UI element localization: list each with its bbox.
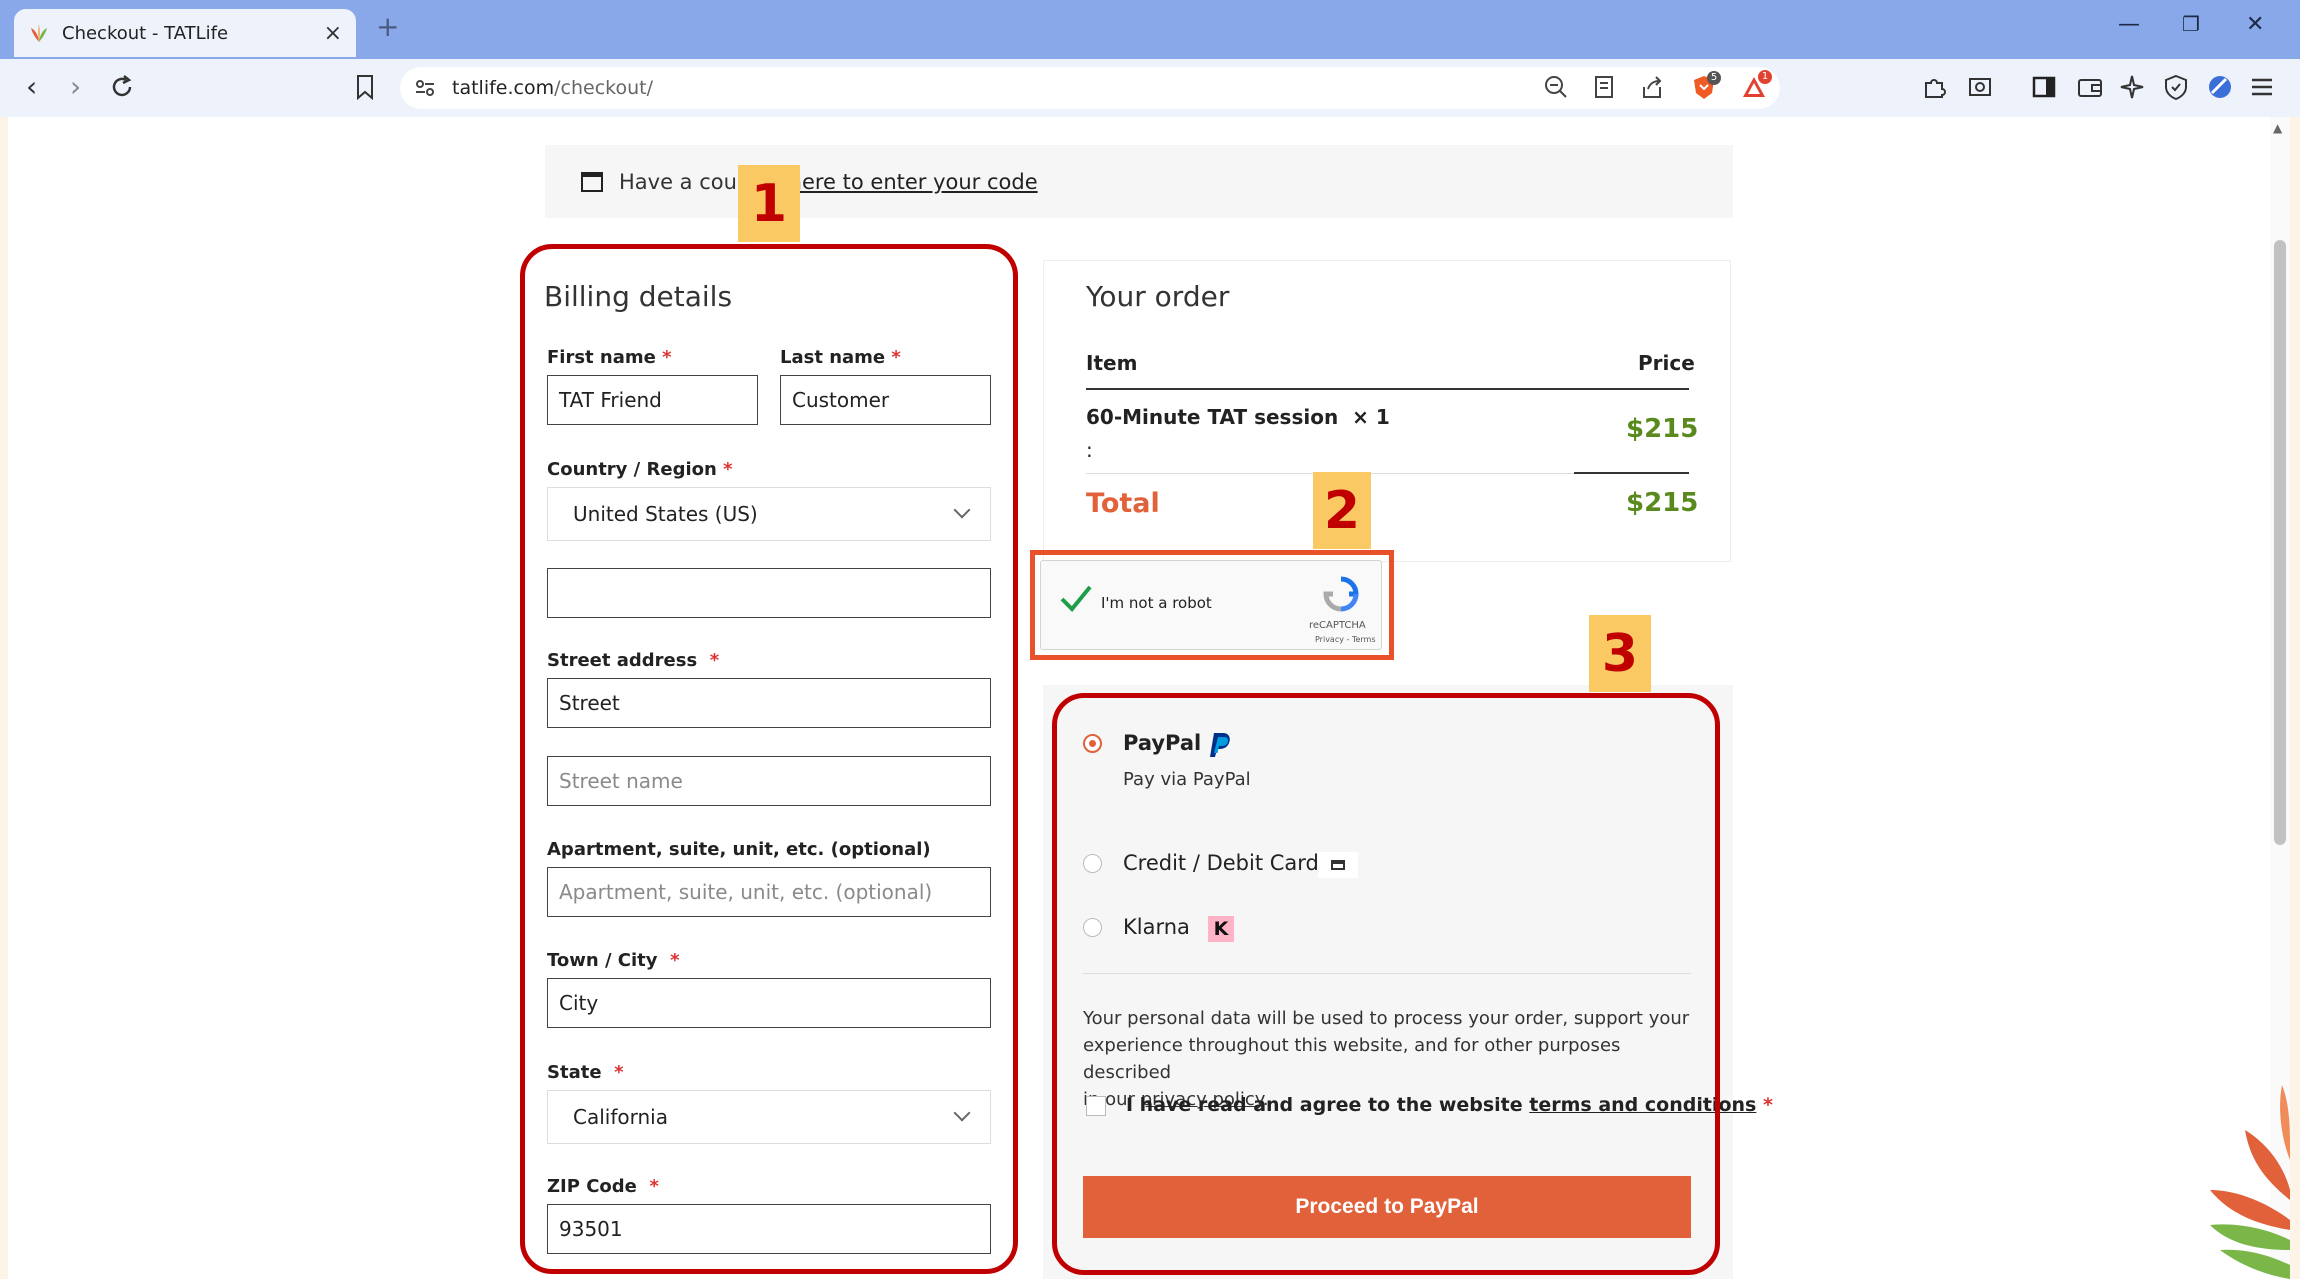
tab-title: Checkout - TATLife	[62, 22, 229, 44]
zoom-out-icon[interactable]	[1542, 73, 1570, 101]
scroll-up-icon[interactable]: ▲	[2273, 121, 2282, 135]
order-item-price: $215	[1626, 414, 1699, 444]
alert-count-badge: 1	[1758, 70, 1772, 84]
reader-mode-icon[interactable]	[1590, 73, 1618, 101]
screenshot-icon[interactable]	[1966, 73, 1994, 101]
item-column-header: Item	[1086, 351, 1138, 375]
close-window-icon[interactable]: ✕	[2246, 12, 2264, 37]
coupon-notice: Have a coup ck here to enter your code	[545, 145, 1733, 218]
scrollbar-thumb[interactable]	[2274, 240, 2286, 845]
price-column-header: Price	[1638, 351, 1695, 375]
menu-icon[interactable]	[2248, 73, 2276, 101]
your-order-heading: Your order	[1086, 280, 1230, 313]
browser-tab[interactable]: Checkout - TATLife ×	[14, 9, 356, 57]
sidebar-icon[interactable]	[2030, 73, 2058, 101]
vpn-shield-icon[interactable]	[2162, 73, 2190, 101]
order-total-label: Total	[1086, 488, 1160, 519]
leo-ai-icon[interactable]	[2118, 73, 2146, 101]
restore-icon[interactable]: ❐	[2182, 12, 2200, 36]
annotation-box-billing	[520, 244, 1018, 1274]
close-tab-icon[interactable]: ×	[324, 21, 342, 46]
calendar-icon	[581, 171, 603, 192]
annotation-box-recaptcha	[1030, 550, 1394, 660]
wallet-icon[interactable]	[2076, 73, 2104, 101]
bookmark-icon[interactable]	[354, 74, 376, 100]
coupon-prefix-text: Have a coup	[619, 169, 751, 194]
order-item-meta: :	[1086, 438, 1093, 462]
site-settings-icon[interactable]	[414, 78, 436, 98]
forward-icon[interactable]: ›	[70, 70, 81, 103]
minimize-icon[interactable]: —	[2118, 12, 2140, 37]
annotation-badge-1: 1	[738, 165, 800, 242]
share-icon[interactable]	[1638, 73, 1666, 101]
new-tab-icon[interactable]: +	[376, 10, 399, 43]
shield-count-badge: 5	[1707, 71, 1721, 85]
profile-icon[interactable]	[2206, 73, 2234, 101]
order-total-value: $215	[1626, 488, 1699, 518]
reload-icon[interactable]	[108, 73, 136, 101]
annotation-badge-3: 3	[1589, 615, 1651, 692]
extensions-icon[interactable]	[1920, 73, 1948, 101]
url-path: /checkout/	[554, 77, 653, 99]
tatlife-leaf-logo-icon	[2210, 1085, 2290, 1279]
address-bar[interactable]: tatlife.com/checkout/	[400, 67, 1780, 109]
annotation-badge-2: 2	[1313, 472, 1371, 549]
order-total-divider	[1574, 472, 1689, 474]
tatlife-favicon-icon	[31, 24, 47, 42]
url-host: tatlife.com	[452, 77, 555, 99]
enter-coupon-link[interactable]: ck here to enter your code	[758, 170, 1037, 194]
order-header-divider	[1086, 388, 1689, 390]
annotation-box-payment	[1052, 693, 1720, 1275]
back-icon[interactable]: ‹	[26, 70, 37, 103]
order-item-name: 60-Minute TAT session × 1	[1086, 405, 1390, 429]
